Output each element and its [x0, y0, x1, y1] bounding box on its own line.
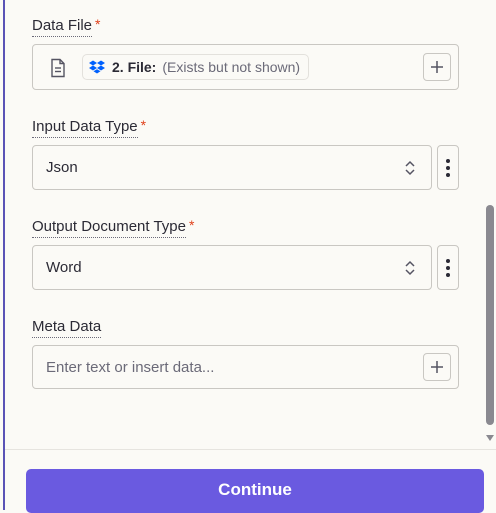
meta-data-label-row: Meta Data — [32, 318, 102, 338]
scroll-down-arrow-icon[interactable] — [486, 434, 494, 442]
kebab-dot — [446, 172, 450, 177]
output-document-type-select[interactable]: Word — [32, 245, 432, 290]
kebab-dot — [446, 165, 450, 170]
pill-note-label: (Exists but not shown) — [162, 59, 301, 75]
data-file-field[interactable]: 2. File: (Exists but not shown) — [32, 44, 459, 90]
output-document-type-label: Output Document Type — [32, 218, 186, 238]
input-data-type-label-row: Input Data Type * — [32, 118, 146, 138]
kebab-dot — [446, 272, 450, 277]
chevron-up-down-icon — [405, 260, 415, 276]
meta-data-input[interactable]: Enter text or insert data... — [32, 345, 459, 389]
chevron-up-down-icon — [405, 160, 415, 176]
meta-data-insert-button[interactable] — [423, 353, 451, 381]
data-file-label: Data File — [32, 17, 93, 37]
meta-data-placeholder: Enter text or insert data... — [46, 358, 215, 376]
required-asterisk: * — [188, 217, 195, 233]
plus-icon — [431, 361, 443, 373]
required-asterisk: * — [140, 117, 147, 133]
scrollbar-thumb[interactable] — [486, 205, 494, 425]
dropbox-icon — [89, 60, 105, 74]
data-file-insert-button[interactable] — [423, 53, 451, 81]
output-document-type-label-row: Output Document Type * — [32, 218, 194, 238]
file-icon — [51, 58, 65, 78]
pill-step-label: 2. File: — [112, 59, 157, 75]
input-data-type-value: Json — [46, 159, 78, 176]
meta-data-label: Meta Data — [32, 318, 102, 338]
kebab-dot — [446, 265, 450, 270]
input-data-type-select[interactable]: Json — [32, 145, 432, 190]
kebab-dot — [446, 158, 450, 163]
panel-left-border — [0, 0, 5, 510]
data-file-label-row: Data File * — [32, 17, 100, 37]
footer-divider — [5, 449, 496, 450]
input-data-type-label: Input Data Type — [32, 118, 138, 138]
output-document-type-value: Word — [46, 259, 82, 276]
plus-icon — [431, 61, 443, 73]
output-document-type-more-button[interactable] — [437, 245, 459, 290]
kebab-dot — [446, 258, 450, 263]
continue-button[interactable]: Continue — [26, 469, 484, 513]
required-asterisk: * — [95, 16, 101, 32]
mapped-field-pill[interactable]: 2. File: (Exists but not shown) — [82, 54, 310, 80]
input-data-type-more-button[interactable] — [437, 145, 459, 190]
